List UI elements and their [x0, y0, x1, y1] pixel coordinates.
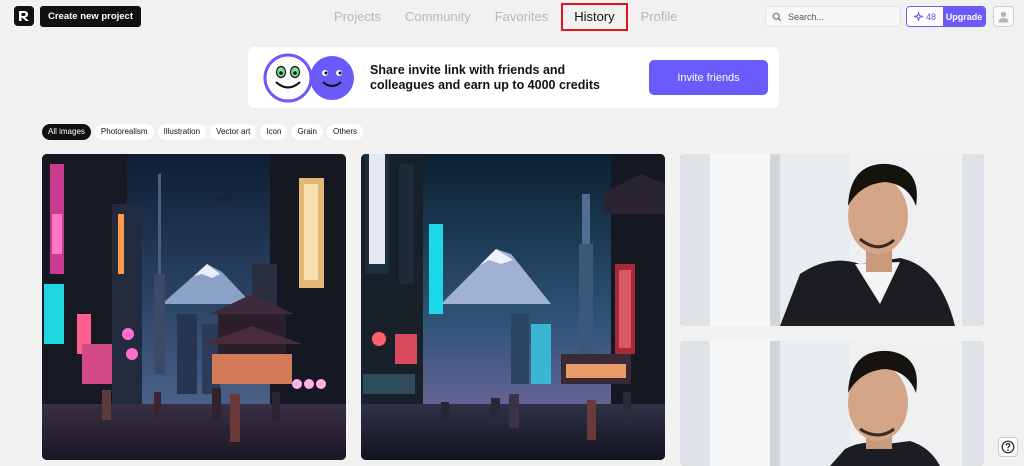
logo-icon: [19, 11, 29, 21]
gallery-image-card[interactable]: [680, 341, 984, 466]
neon-city-tower-image: [361, 154, 665, 460]
app-logo[interactable]: [14, 6, 34, 26]
tab-projects[interactable]: Projects: [322, 3, 393, 31]
gallery-image-card[interactable]: [42, 154, 346, 460]
tab-favorites[interactable]: Favorites: [483, 3, 560, 31]
gallery-image-card[interactable]: [680, 154, 984, 326]
smiley-faces-illustration: [263, 53, 354, 103]
filter-others[interactable]: Others: [327, 124, 364, 140]
filter-photorealism[interactable]: Photorealism: [94, 124, 154, 140]
search-input[interactable]: [788, 11, 888, 22]
gallery-image-card[interactable]: [361, 154, 665, 460]
filter-icon[interactable]: Icon: [260, 124, 288, 140]
portrait-image: [680, 154, 984, 326]
filter-all-images[interactable]: All images: [42, 124, 91, 140]
top-bar: Create new project Projects Community Fa…: [0, 0, 1024, 34]
user-icon: [998, 11, 1009, 23]
portrait-image: [680, 341, 984, 466]
search-box: [765, 6, 901, 27]
filter-illustration[interactable]: Illustration: [157, 124, 207, 140]
tab-profile[interactable]: Profile: [629, 3, 690, 31]
question-mark-icon: [1001, 440, 1015, 454]
sparkle-icon: [913, 12, 923, 21]
main-nav: Projects Community Favorites History Pro…: [322, 0, 690, 34]
invite-friends-button[interactable]: Invite friends: [649, 60, 768, 95]
neon-city-image: [42, 154, 346, 460]
credits-count[interactable]: 48: [907, 7, 943, 26]
credits-value: 48: [925, 11, 936, 22]
filter-vector-art[interactable]: Vector art: [210, 124, 257, 140]
tab-history[interactable]: History: [561, 3, 628, 31]
tab-community[interactable]: Community: [393, 3, 483, 31]
help-button[interactable]: [998, 437, 1018, 457]
credits-widget[interactable]: 48 Upgrade: [906, 6, 986, 27]
invite-banner: Share invite link with friends and colle…: [248, 47, 779, 108]
invite-banner-text: Share invite link with friends and colle…: [370, 63, 600, 92]
filter-grain[interactable]: Grain: [291, 124, 323, 140]
create-project-button[interactable]: Create new project: [40, 6, 141, 27]
search-icon: [772, 12, 782, 21]
upgrade-button[interactable]: Upgrade: [943, 7, 985, 26]
user-avatar[interactable]: [993, 6, 1014, 27]
filter-chips: All images Photorealism Illustration Vec…: [42, 124, 364, 140]
